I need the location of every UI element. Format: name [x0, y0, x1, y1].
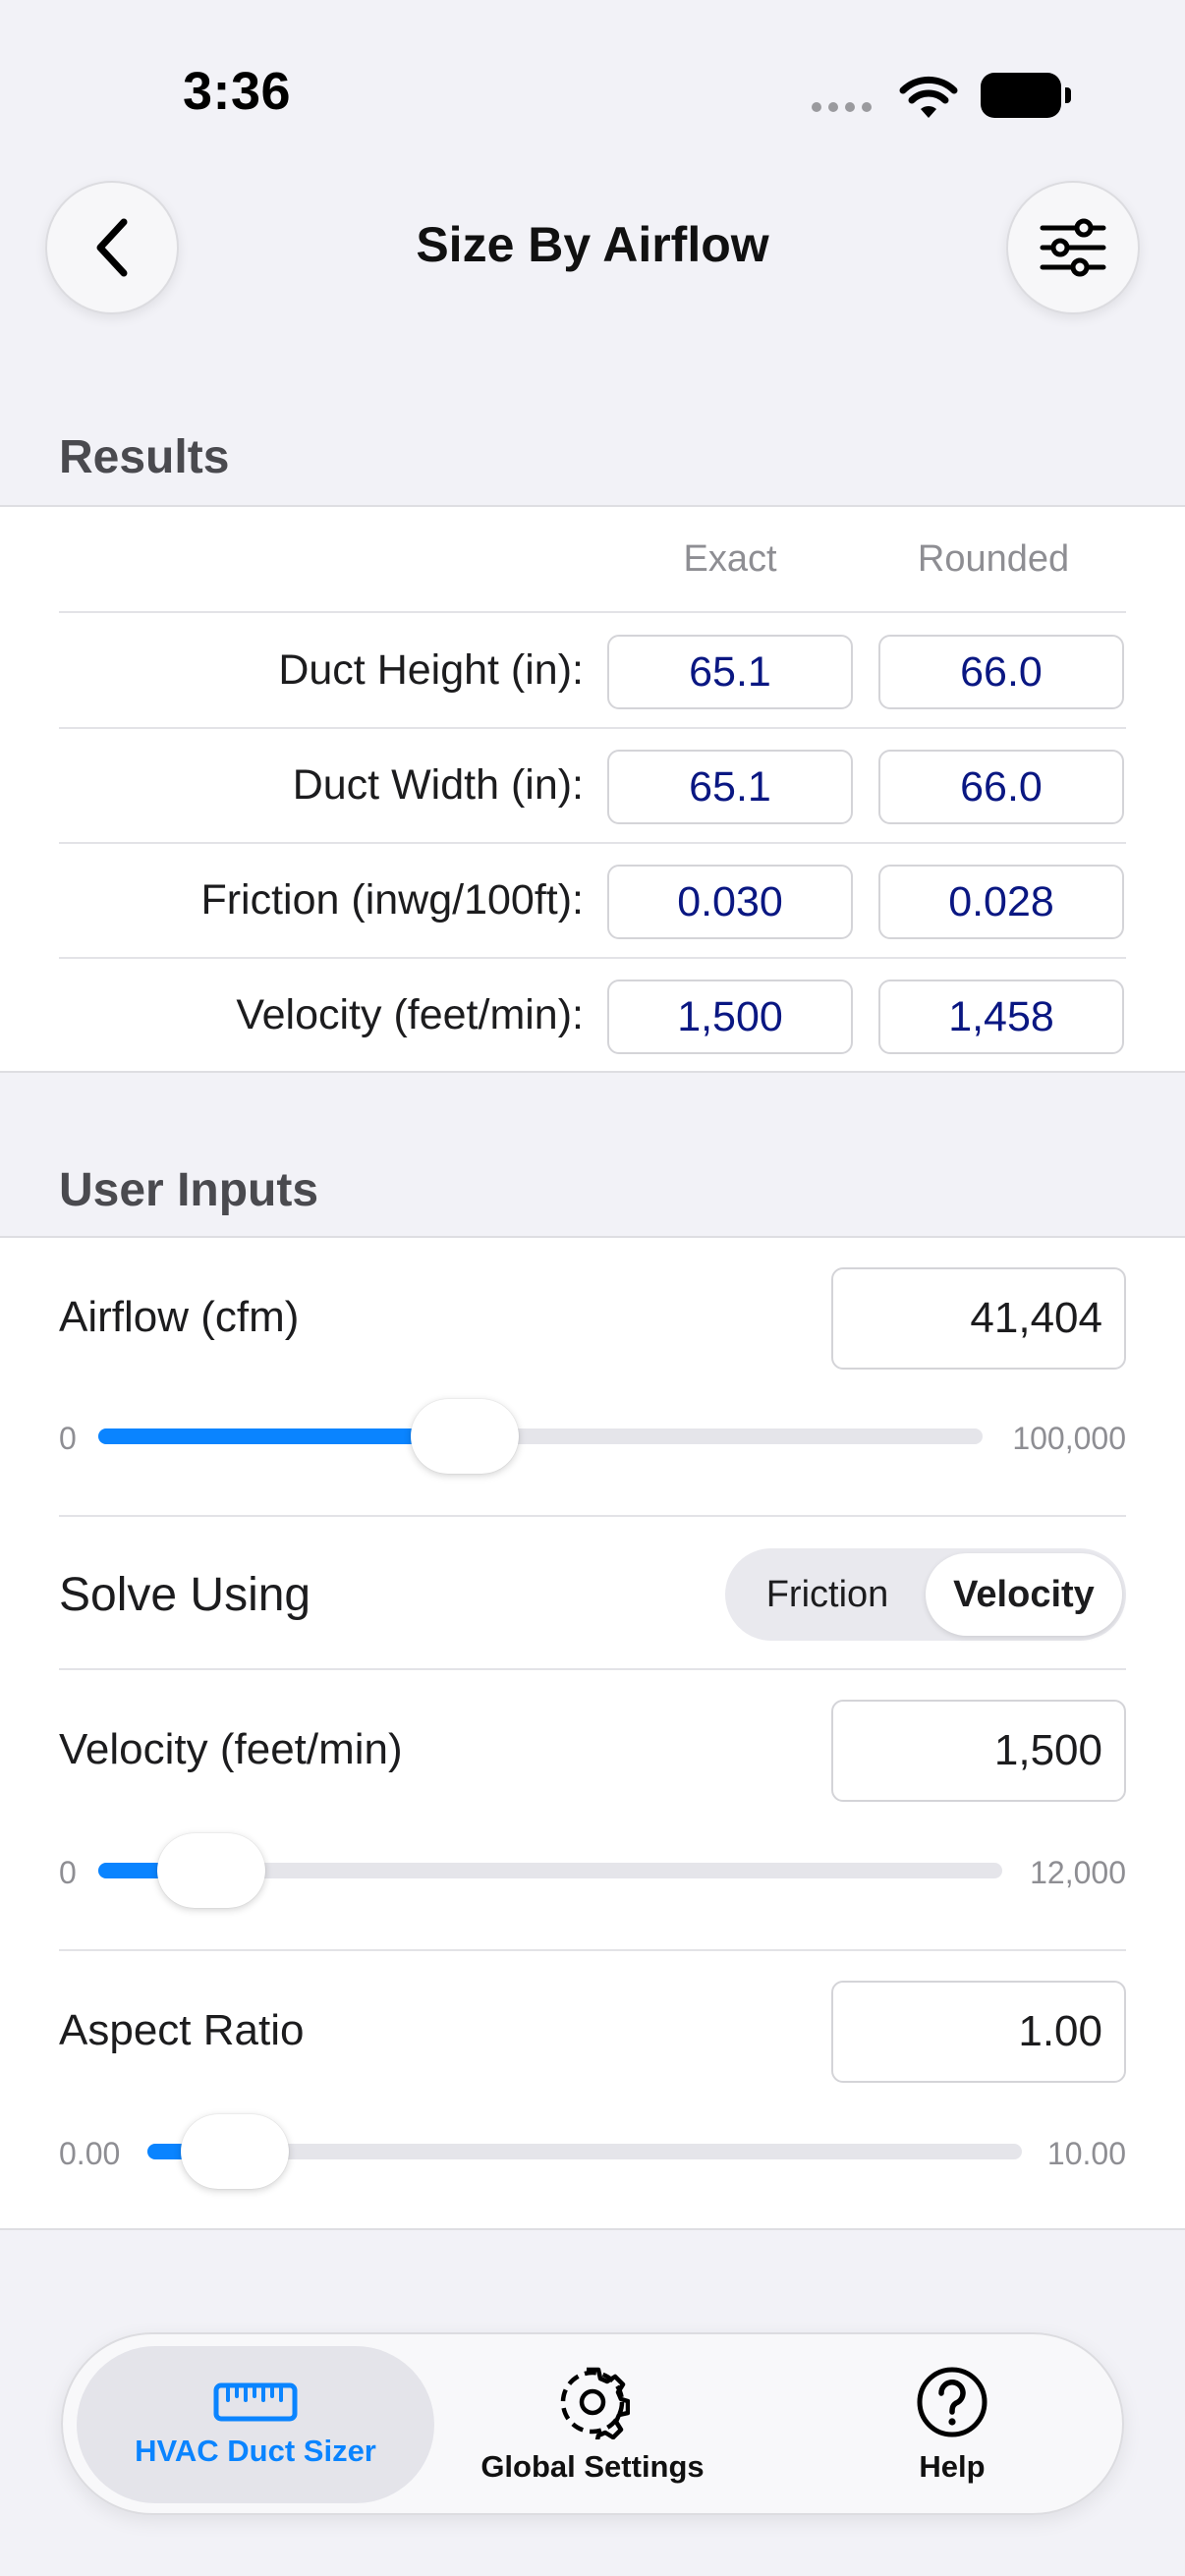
sliders-icon: [1040, 218, 1106, 277]
tab-label: Help: [919, 2449, 986, 2484]
duct-width-exact: 65.1: [607, 750, 853, 824]
aspect-ratio-slider[interactable]: [147, 2114, 1022, 2189]
velocity-slider-min: 0: [59, 1855, 77, 1890]
velocity-input[interactable]: 1,500: [831, 1700, 1126, 1802]
results-header: Results: [59, 431, 230, 483]
airflow-slider-fill: [98, 1428, 465, 1444]
user-inputs-header: User Inputs: [59, 1164, 319, 1216]
result-label-duct-width: Duct Width (in):: [292, 761, 584, 809]
duct-height-rounded: 66.0: [878, 635, 1124, 709]
velocity-label: Velocity (feet/min): [59, 1725, 403, 1773]
aspect-slider-thumb[interactable]: [181, 2114, 289, 2189]
divider: [59, 842, 1126, 844]
tab-hvac-duct-sizer[interactable]: HVAC Duct Sizer: [77, 2346, 434, 2503]
results-card: Exact Rounded Duct Height (in): 65.1 66.…: [0, 505, 1185, 1073]
solve-using-label: Solve Using: [59, 1569, 311, 1621]
friction-rounded: 0.028: [878, 865, 1124, 939]
solve-using-segmented-control[interactable]: Friction Velocity: [725, 1548, 1126, 1641]
divider: [59, 1515, 1126, 1517]
tab-label: Global Settings: [480, 2449, 705, 2484]
airflow-slider-thumb[interactable]: [410, 1399, 519, 1474]
user-inputs-card: Airflow (cfm) 41,404 0 100,000 Solve Usi…: [0, 1236, 1185, 2230]
divider: [59, 727, 1126, 729]
tab-global-settings[interactable]: Global Settings: [450, 2346, 735, 2503]
divider: [59, 1668, 1126, 1670]
airflow-slider-max: 100,000: [1012, 1421, 1126, 1456]
velocity-slider-max: 12,000: [1030, 1855, 1126, 1890]
airflow-slider-min: 0: [59, 1421, 77, 1456]
airflow-input[interactable]: 41,404: [831, 1267, 1126, 1370]
duct-width-rounded: 66.0: [878, 750, 1124, 824]
ruler-icon: [213, 2382, 298, 2422]
divider: [59, 611, 1126, 613]
aspect-ratio-input[interactable]: 1.00: [831, 1981, 1126, 2083]
status-time: 3:36: [183, 62, 292, 121]
divider: [59, 957, 1126, 959]
battery-icon: [981, 73, 1071, 118]
velocity-slider-thumb[interactable]: [157, 1833, 265, 1908]
wifi-icon: [899, 76, 958, 118]
signal-dots-icon: [812, 102, 872, 112]
aspect-slider-max: 10.00: [1046, 2136, 1126, 2171]
result-label-duct-height: Duct Height (in):: [278, 646, 584, 694]
airflow-label: Airflow (cfm): [59, 1293, 300, 1341]
velocity-exact: 1,500: [607, 980, 853, 1054]
tab-label: HVAC Duct Sizer: [135, 2434, 376, 2468]
question-icon: [917, 2367, 988, 2437]
gear-icon: [560, 2367, 630, 2439]
filter-settings-button[interactable]: [1006, 181, 1140, 314]
velocity-slider[interactable]: [98, 1833, 1002, 1908]
velocity-rounded: 1,458: [878, 980, 1124, 1054]
result-label-velocity: Velocity (feet/min):: [236, 991, 584, 1038]
tab-bar: HVAC Duct Sizer Global Settings Help: [61, 2332, 1124, 2515]
airflow-slider[interactable]: [98, 1399, 983, 1474]
divider: [59, 1949, 1126, 1951]
result-label-friction: Friction (inwg/100ft):: [200, 876, 584, 924]
duct-height-exact: 65.1: [607, 635, 853, 709]
aspect-ratio-label: Aspect Ratio: [59, 2006, 305, 2054]
column-header-rounded: Rounded: [917, 538, 1070, 580]
segment-friction[interactable]: Friction: [729, 1553, 926, 1636]
friction-exact: 0.030: [607, 865, 853, 939]
column-header-exact: Exact: [683, 538, 777, 580]
segment-velocity[interactable]: Velocity: [926, 1553, 1122, 1636]
aspect-slider-min: 0.00: [59, 2136, 121, 2171]
tab-help[interactable]: Help: [810, 2346, 1095, 2503]
